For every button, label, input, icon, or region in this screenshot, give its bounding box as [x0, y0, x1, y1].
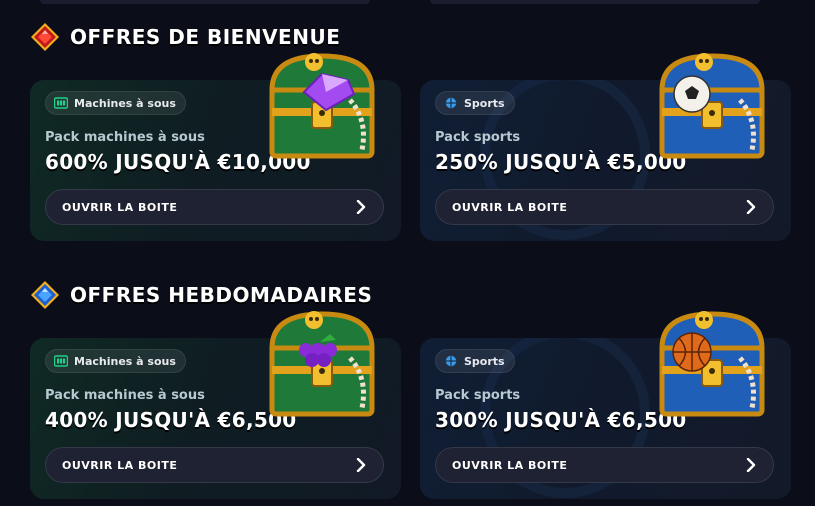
pack-label: Pack machines à sous	[45, 130, 205, 145]
slot-machine-icon	[54, 97, 68, 109]
chevron-right-icon	[746, 200, 756, 214]
open-box-button[interactable]: OUVRIR LA BOITE	[45, 447, 384, 483]
section-title-text: OFFRES DE BIENVENUE	[70, 25, 341, 49]
chevron-right-icon	[746, 458, 756, 472]
treasure-chest-soccer-icon	[659, 53, 765, 159]
offer-amount: 400% JUSQU'À €6,500	[45, 408, 297, 432]
open-box-button[interactable]: OUVRIR LA BOITE	[435, 447, 774, 483]
offer-amount: 250% JUSQU'À €5,000	[435, 150, 687, 174]
treasure-chest-grapes-icon	[269, 311, 375, 417]
open-box-label: OUVRIR LA BOITE	[62, 200, 178, 214]
badge-label: Sports	[464, 354, 505, 368]
badge-label: Machines à sous	[74, 96, 176, 110]
open-box-label: OUVRIR LA BOITE	[452, 200, 568, 214]
top-edge	[0, 0, 815, 6]
pack-label: Pack sports	[435, 130, 521, 145]
treasure-chest-gem-icon	[269, 53, 375, 159]
open-box-label: OUVRIR LA BOITE	[452, 458, 568, 472]
category-badge: Machines à sous	[45, 91, 186, 115]
open-box-button[interactable]: OUVRIR LA BOITE	[435, 189, 774, 225]
section-title-weekly: OFFRES HEBDOMADAIRES	[30, 278, 372, 312]
pack-label: Pack machines à sous	[45, 388, 205, 403]
pack-label: Pack sports	[435, 388, 521, 403]
section-title-text: OFFRES HEBDOMADAIRES	[70, 283, 373, 307]
offer-amount: 300% JUSQU'À €6,500	[435, 408, 687, 432]
sports-ball-icon	[445, 97, 457, 109]
chevron-right-icon	[356, 200, 366, 214]
sports-ball-icon	[445, 355, 457, 367]
open-box-button[interactable]: OUVRIR LA BOITE	[45, 189, 384, 225]
category-badge: Machines à sous	[45, 349, 186, 373]
badge-label: Machines à sous	[74, 354, 176, 368]
badge-label: Sports	[464, 96, 505, 110]
red-gem-icon	[31, 23, 59, 51]
category-badge: Sports	[435, 91, 515, 115]
category-badge: Sports	[435, 349, 515, 373]
blue-gem-icon	[31, 281, 59, 309]
treasure-chest-basketball-icon	[659, 311, 765, 417]
section-title-welcome: OFFRES DE BIENVENUE	[30, 20, 340, 54]
open-box-label: OUVRIR LA BOITE	[62, 458, 178, 472]
slot-machine-icon	[54, 355, 68, 367]
chevron-right-icon	[356, 458, 366, 472]
